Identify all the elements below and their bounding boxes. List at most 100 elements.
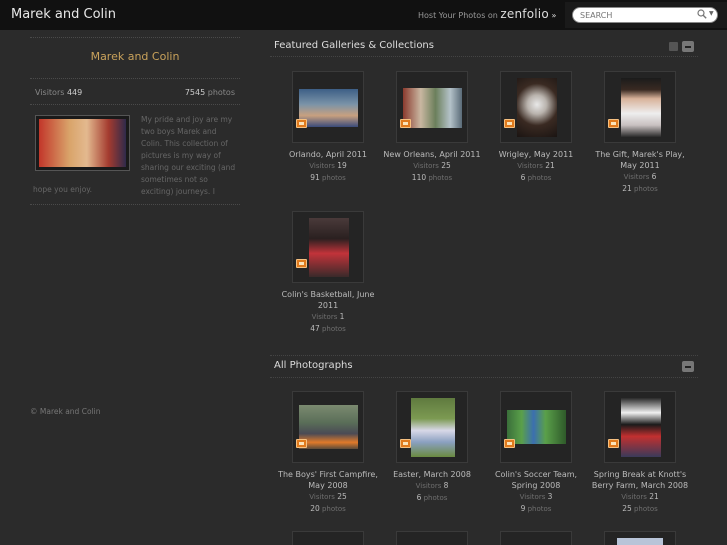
gallery-thumbnail[interactable] [396,391,468,463]
chevron-down-icon[interactable]: ▼ [709,10,714,17]
photos-value: 6 [520,173,526,182]
photos-value: 91 [310,173,320,182]
thumbnail-image [309,218,349,277]
visitors-value: 6 [651,172,657,181]
gallery-photo-count: 20 photos [278,503,378,515]
visitors-value: 25 [441,161,451,170]
all-photographs-title: All Photographs [274,360,353,371]
gallery-title[interactable]: The Gift, Marek's Play, May 2011 [590,149,690,171]
thumbnail-image [403,88,462,128]
visitors-label: Visitors [413,162,439,170]
photos-label: photos [633,505,658,513]
gallery-tile[interactable]: Wrigley, May 2011 Visitors 21 6 photos [486,71,586,184]
thumbnail-image [299,405,358,449]
gallery-thumbnail[interactable] [396,531,468,545]
gallery-title[interactable]: Orlando, April 2011 [278,149,378,160]
gallery-tile[interactable]: Colin's Basketball, June 2011 Visitors 1… [278,211,378,335]
gallery-title[interactable]: Spring Break at Knott's Berry Farm, Marc… [590,469,690,491]
gallery-thumbnail[interactable] [500,531,572,545]
gallery-tile[interactable]: Colin's Soccer Team, Spring 2008 Visitor… [486,391,586,515]
host-your-photos-link[interactable]: Host Your Photos on zenfolio » [418,7,556,21]
visitors-label: Visitors [623,173,650,181]
gallery-badge-icon [608,439,619,448]
gallery-thumbnail[interactable] [292,391,364,463]
visitors-label: Visitors [309,162,335,170]
photos-label: photos [527,505,552,513]
owner-name[interactable]: Marek and Colin [30,50,240,63]
gallery-visitors: Visitors 3 [486,491,586,503]
sidebar-divider [30,78,240,79]
gallery-title[interactable]: The Boys' First Campfire, May 2008 [278,469,378,491]
copyright-footer: © Marek and Colin [30,407,101,416]
gallery-thumbnail[interactable] [396,71,468,143]
gallery-visitors: Visitors 19 [278,160,378,172]
visitors-value: 8 [443,481,449,490]
host-arrow: » [551,11,557,20]
visitors-value: 1 [339,312,345,321]
gallery-visitors: Visitors 25 [382,160,482,172]
visitors-label: Visitors [311,313,338,321]
gallery-thumbnail[interactable] [604,531,676,545]
featured-section-title: Featured Galleries & Collections [274,40,434,51]
visitors-value: 21 [649,492,659,501]
thumbnail-image [507,410,566,444]
top-header: Marek and Colin Host Your Photos on zenf… [0,0,727,30]
gallery-thumbnail[interactable] [500,391,572,463]
visitor-count: Visitors 449 [35,88,82,97]
site-title[interactable]: Marek and Colin [11,7,116,22]
gallery-thumbnail[interactable] [292,531,364,545]
gallery-thumbnail[interactable] [604,391,676,463]
gallery-photo-count: 110 photos [382,172,482,184]
gallery-tile[interactable]: The Boys' First Campfire, May 2008 Visit… [278,391,378,515]
section-divider [270,355,698,356]
search-icon[interactable] [697,9,707,19]
gallery-thumbnail[interactable] [292,71,364,143]
host-prefix: Host Your Photos on [418,11,498,20]
all-photographs-collapse-button[interactable] [682,361,694,372]
gallery-tile[interactable]: Orlando, April 2011 Visitors 19 91 photo… [278,71,378,184]
thumbnail-image [621,398,661,457]
featured-collapse-button[interactable] [682,41,694,52]
gallery-badge-icon [296,119,307,128]
zenfolio-logo: zenfolio [500,7,549,21]
sidebar-divider [30,204,240,205]
visitors-label: Visitors [621,493,647,501]
gallery-tile[interactable]: The Gift, Marek's Play, May 2011 Visitor… [590,71,690,195]
visitors-value: 449 [66,88,83,97]
gallery-title[interactable]: Wrigley, May 2011 [486,149,586,160]
gallery-badge-icon [608,119,619,128]
rss-icon[interactable] [669,42,678,51]
sidebar-divider [30,104,240,105]
gallery-thumbnail[interactable] [292,211,364,283]
gallery-badge-icon [504,439,515,448]
visitors-label: Visitors [415,482,442,490]
gallery-title[interactable]: Colin's Soccer Team, Spring 2008 [486,469,586,491]
section-divider [270,377,698,378]
gallery-title[interactable]: Easter, March 2008 [382,469,482,480]
photos-value: 9 [520,504,526,513]
gallery-photo-count: 9 photos [486,503,586,515]
visitors-label: Visitors [309,493,335,501]
owner-photo [35,115,130,171]
thumbnail-image [621,78,661,137]
visitors-value: 19 [337,161,347,170]
gallery-thumbnail[interactable] [500,71,572,143]
gallery-thumbnail[interactable] [604,71,676,143]
gallery-visitors: Visitors 21 [486,160,586,172]
photos-value: 6 [416,493,422,502]
gallery-photo-count: 6 photos [382,492,482,504]
gallery-title[interactable]: New Orleans, April 2011 [382,149,482,160]
photos-value: 21 [622,184,632,193]
gallery-photo-count: 25 photos [590,503,690,515]
gallery-title[interactable]: Colin's Basketball, June 2011 [278,289,378,311]
gallery-tile[interactable]: Spring Break at Knott's Berry Farm, Marc… [590,391,690,515]
photos-label: photos [428,174,453,182]
gallery-visitors: Visitors 21 [590,491,690,503]
owner-bio-tail: hope you enjoy. [33,185,93,194]
owner-photo-image [39,119,126,167]
owner-bio: My pride and joy are my two boys Marek a… [141,115,236,196]
gallery-badge-icon [296,439,307,448]
gallery-tile[interactable]: Easter, March 2008 Visitors 8 6 photos [382,391,482,504]
gallery-tile[interactable]: New Orleans, April 2011 Visitors 25 110 … [382,71,482,184]
photos-label: photos [321,505,346,513]
